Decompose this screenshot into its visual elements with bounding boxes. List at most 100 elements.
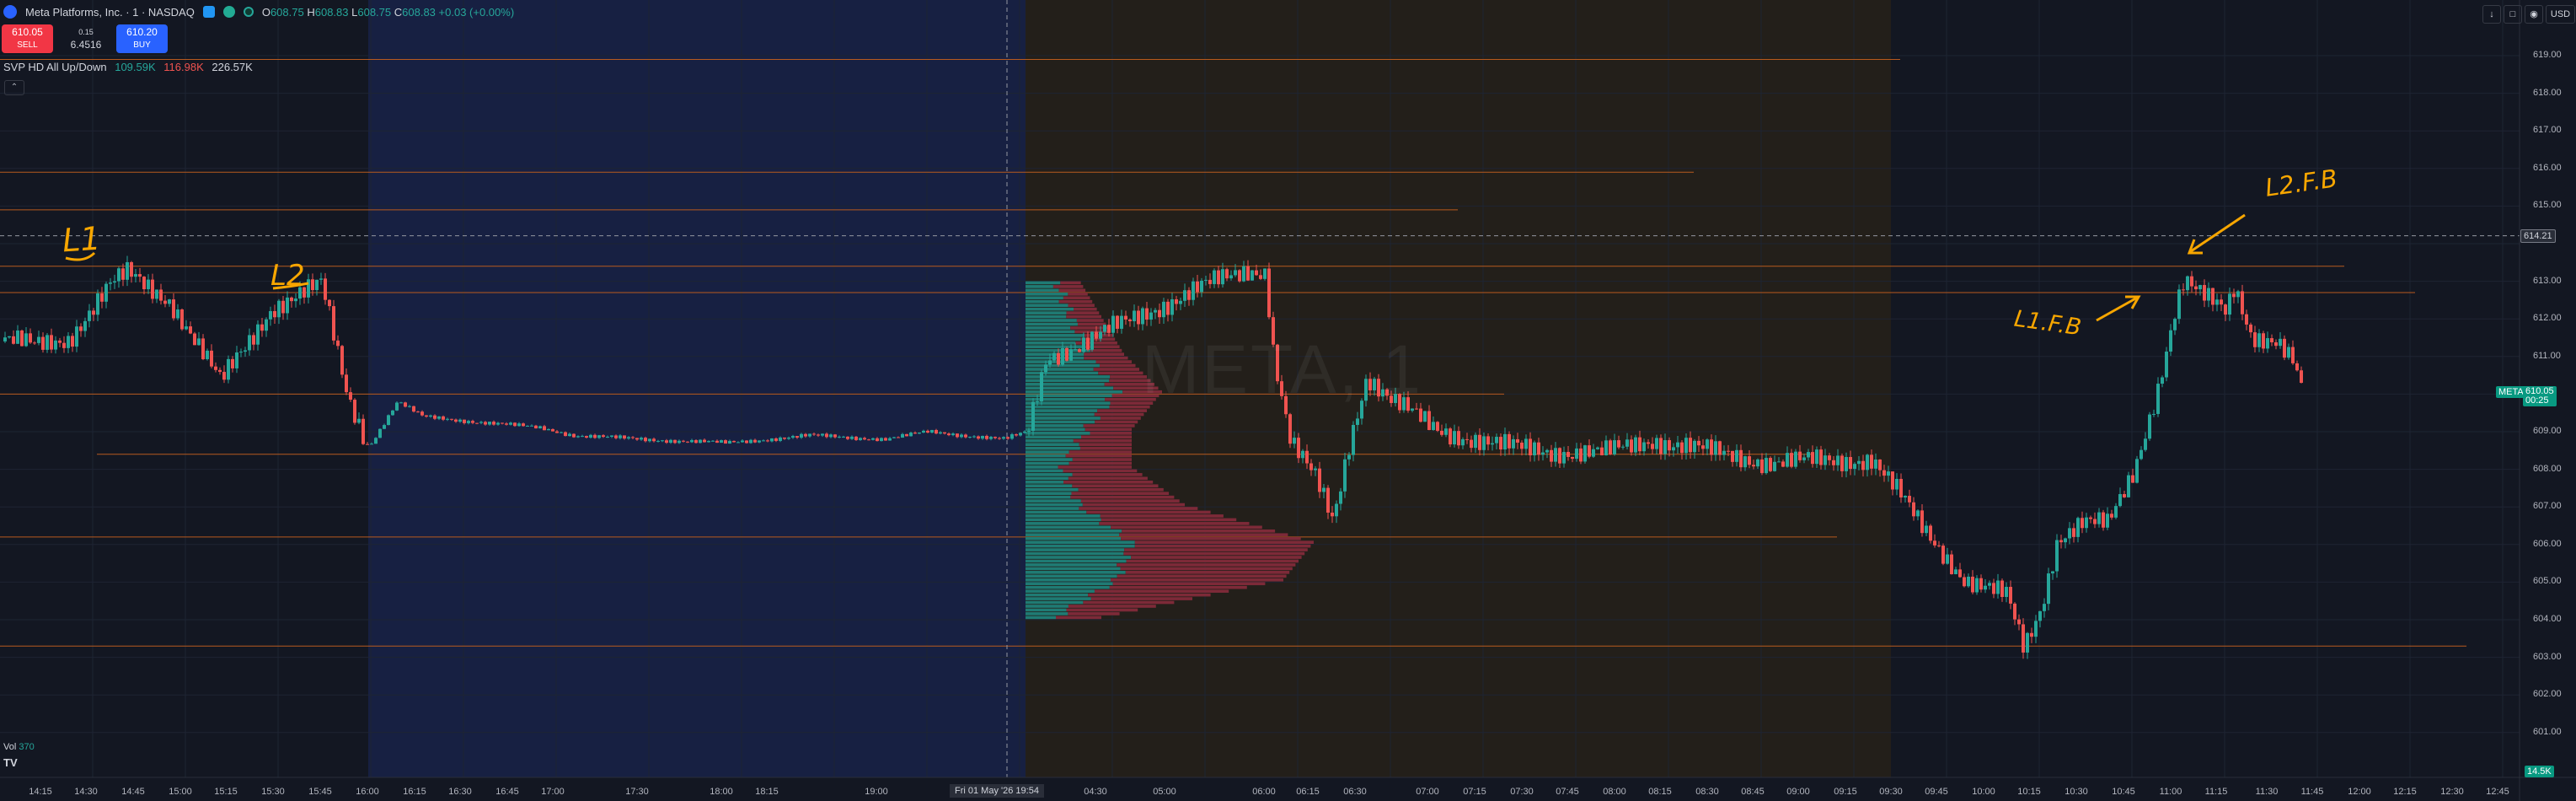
time-tick: 08:45 <box>1741 787 1765 797</box>
collapse-chevron-icon[interactable]: ⌃ <box>4 80 24 95</box>
candle-body <box>1200 280 1203 293</box>
camera-icon[interactable]: ◉ <box>2525 5 2543 24</box>
candle-body <box>1170 298 1174 315</box>
flag-icon[interactable] <box>202 6 215 18</box>
candle-body <box>2097 512 2101 524</box>
candle-body <box>888 438 892 441</box>
candle-body <box>1537 442 1540 455</box>
indicator-total: 226.57K <box>212 61 253 73</box>
volume-profile-down-bar <box>1060 281 1081 285</box>
candle-body <box>1722 450 1726 455</box>
candle-body <box>2211 288 2215 305</box>
volume-profile-up-bar <box>1026 341 1076 345</box>
candle-body <box>121 268 125 280</box>
volume-value: 370 <box>19 742 35 752</box>
candle-body <box>1339 491 1342 504</box>
candle-body <box>37 336 40 343</box>
volume-profile-down-bar <box>1111 578 1283 582</box>
time-tick: 10:15 <box>2017 787 2041 797</box>
symbol-title[interactable]: Meta Platforms, Inc. · 1 · NASDAQ <box>25 6 195 19</box>
time-tick: 14:30 <box>74 787 98 797</box>
candle-body <box>1356 418 1359 425</box>
time-tick: 09:00 <box>1786 787 1810 797</box>
candle-body <box>964 434 967 438</box>
candle-body <box>492 422 495 425</box>
candle-body <box>442 416 445 420</box>
candle-body <box>1651 444 1654 449</box>
candle-body <box>972 436 976 438</box>
download-icon[interactable]: ↓ <box>2482 5 2501 24</box>
candle-body <box>1571 456 1574 460</box>
maximize-icon[interactable]: □ <box>2504 5 2522 24</box>
time-tick: 06:00 <box>1252 787 1276 797</box>
candle-body <box>2059 540 2063 543</box>
volume-profile-down-bar <box>1071 492 1170 496</box>
volume-legend[interactable]: Vol 370 <box>3 742 35 752</box>
candle-body <box>1630 439 1633 453</box>
buy-button[interactable]: 610.20 BUY <box>116 24 168 53</box>
candle-body <box>2106 513 2109 528</box>
indicator-name[interactable]: SVP HD All Up/Down <box>3 61 107 73</box>
candle-body <box>1128 319 1132 321</box>
volume-profile-up-bar <box>1026 574 1117 578</box>
candle-body <box>332 306 335 341</box>
volume-profile-up-bar <box>1026 379 1110 383</box>
volume-profile-down-bar <box>1126 559 1299 563</box>
candle-body <box>307 279 310 298</box>
candle-body <box>1541 452 1545 455</box>
candle-body <box>1031 401 1035 432</box>
candle-body <box>2177 289 2181 320</box>
candle-body <box>939 432 942 434</box>
candle-body <box>1802 457 1806 460</box>
volume-profile-down-bar <box>1131 556 1302 559</box>
candle-body <box>1748 456 1751 465</box>
sell-button[interactable]: 610.05 SELL <box>2 24 53 53</box>
candle-body <box>315 279 319 291</box>
candle-body <box>1331 512 1334 517</box>
candle-body <box>644 438 647 442</box>
time-tick: 08:00 <box>1603 787 1626 797</box>
candle-body <box>227 358 230 380</box>
candle-body <box>2114 506 2118 518</box>
candle-body <box>2022 624 2025 653</box>
candle-body <box>589 434 592 438</box>
last-price-tag: 610.05 00:25 <box>2523 386 2557 406</box>
candle-body <box>1807 452 1810 458</box>
volume-profile-down-bar <box>1066 311 1100 314</box>
candle-body <box>821 433 824 436</box>
volume-profile-down-bar <box>1111 525 1262 530</box>
low-value: 608.75 <box>357 5 392 19</box>
symbol-header: Meta Platforms, Inc. · 1 · NASDAQ O608.7… <box>0 0 514 24</box>
candle-body <box>1866 454 1869 470</box>
price-tick: 619.00 <box>2533 50 2562 60</box>
volume-profile-down-bar <box>1070 326 1109 330</box>
candle-body <box>715 440 719 444</box>
candle-body <box>248 335 251 351</box>
candle-body <box>71 336 74 347</box>
candle-body <box>2253 332 2257 347</box>
candle-body <box>1996 580 2000 594</box>
time-tick: 16:00 <box>356 787 379 797</box>
volume-profile-up-bar <box>1026 556 1132 559</box>
volume-profile-down-bar <box>1063 469 1138 473</box>
candle-body <box>2144 438 2147 450</box>
candle-body <box>1520 442 1524 449</box>
clover-icon[interactable] <box>222 6 235 18</box>
tradingview-logo-icon[interactable]: TV <box>3 756 18 769</box>
candle-body <box>1099 331 1102 339</box>
candle-body <box>867 439 870 441</box>
candle-body <box>1743 456 1747 468</box>
currency-select[interactable]: USD <box>2546 5 2575 24</box>
candle-body <box>2026 632 2029 653</box>
volume-profile-down-bar <box>1079 507 1198 510</box>
price-tick: 605.00 <box>2533 576 2562 587</box>
candle-body <box>2068 528 2071 539</box>
candle-body <box>1309 463 1313 470</box>
candle-body <box>138 274 142 277</box>
candle-body <box>960 434 963 438</box>
candle-body <box>2241 291 2244 314</box>
candle-body <box>450 418 453 420</box>
candle-body <box>256 324 260 345</box>
indicator-legend[interactable]: SVP HD All Up/Down 109.59K 116.98K 226.5… <box>3 61 253 73</box>
candle-body <box>2009 587 2012 604</box>
